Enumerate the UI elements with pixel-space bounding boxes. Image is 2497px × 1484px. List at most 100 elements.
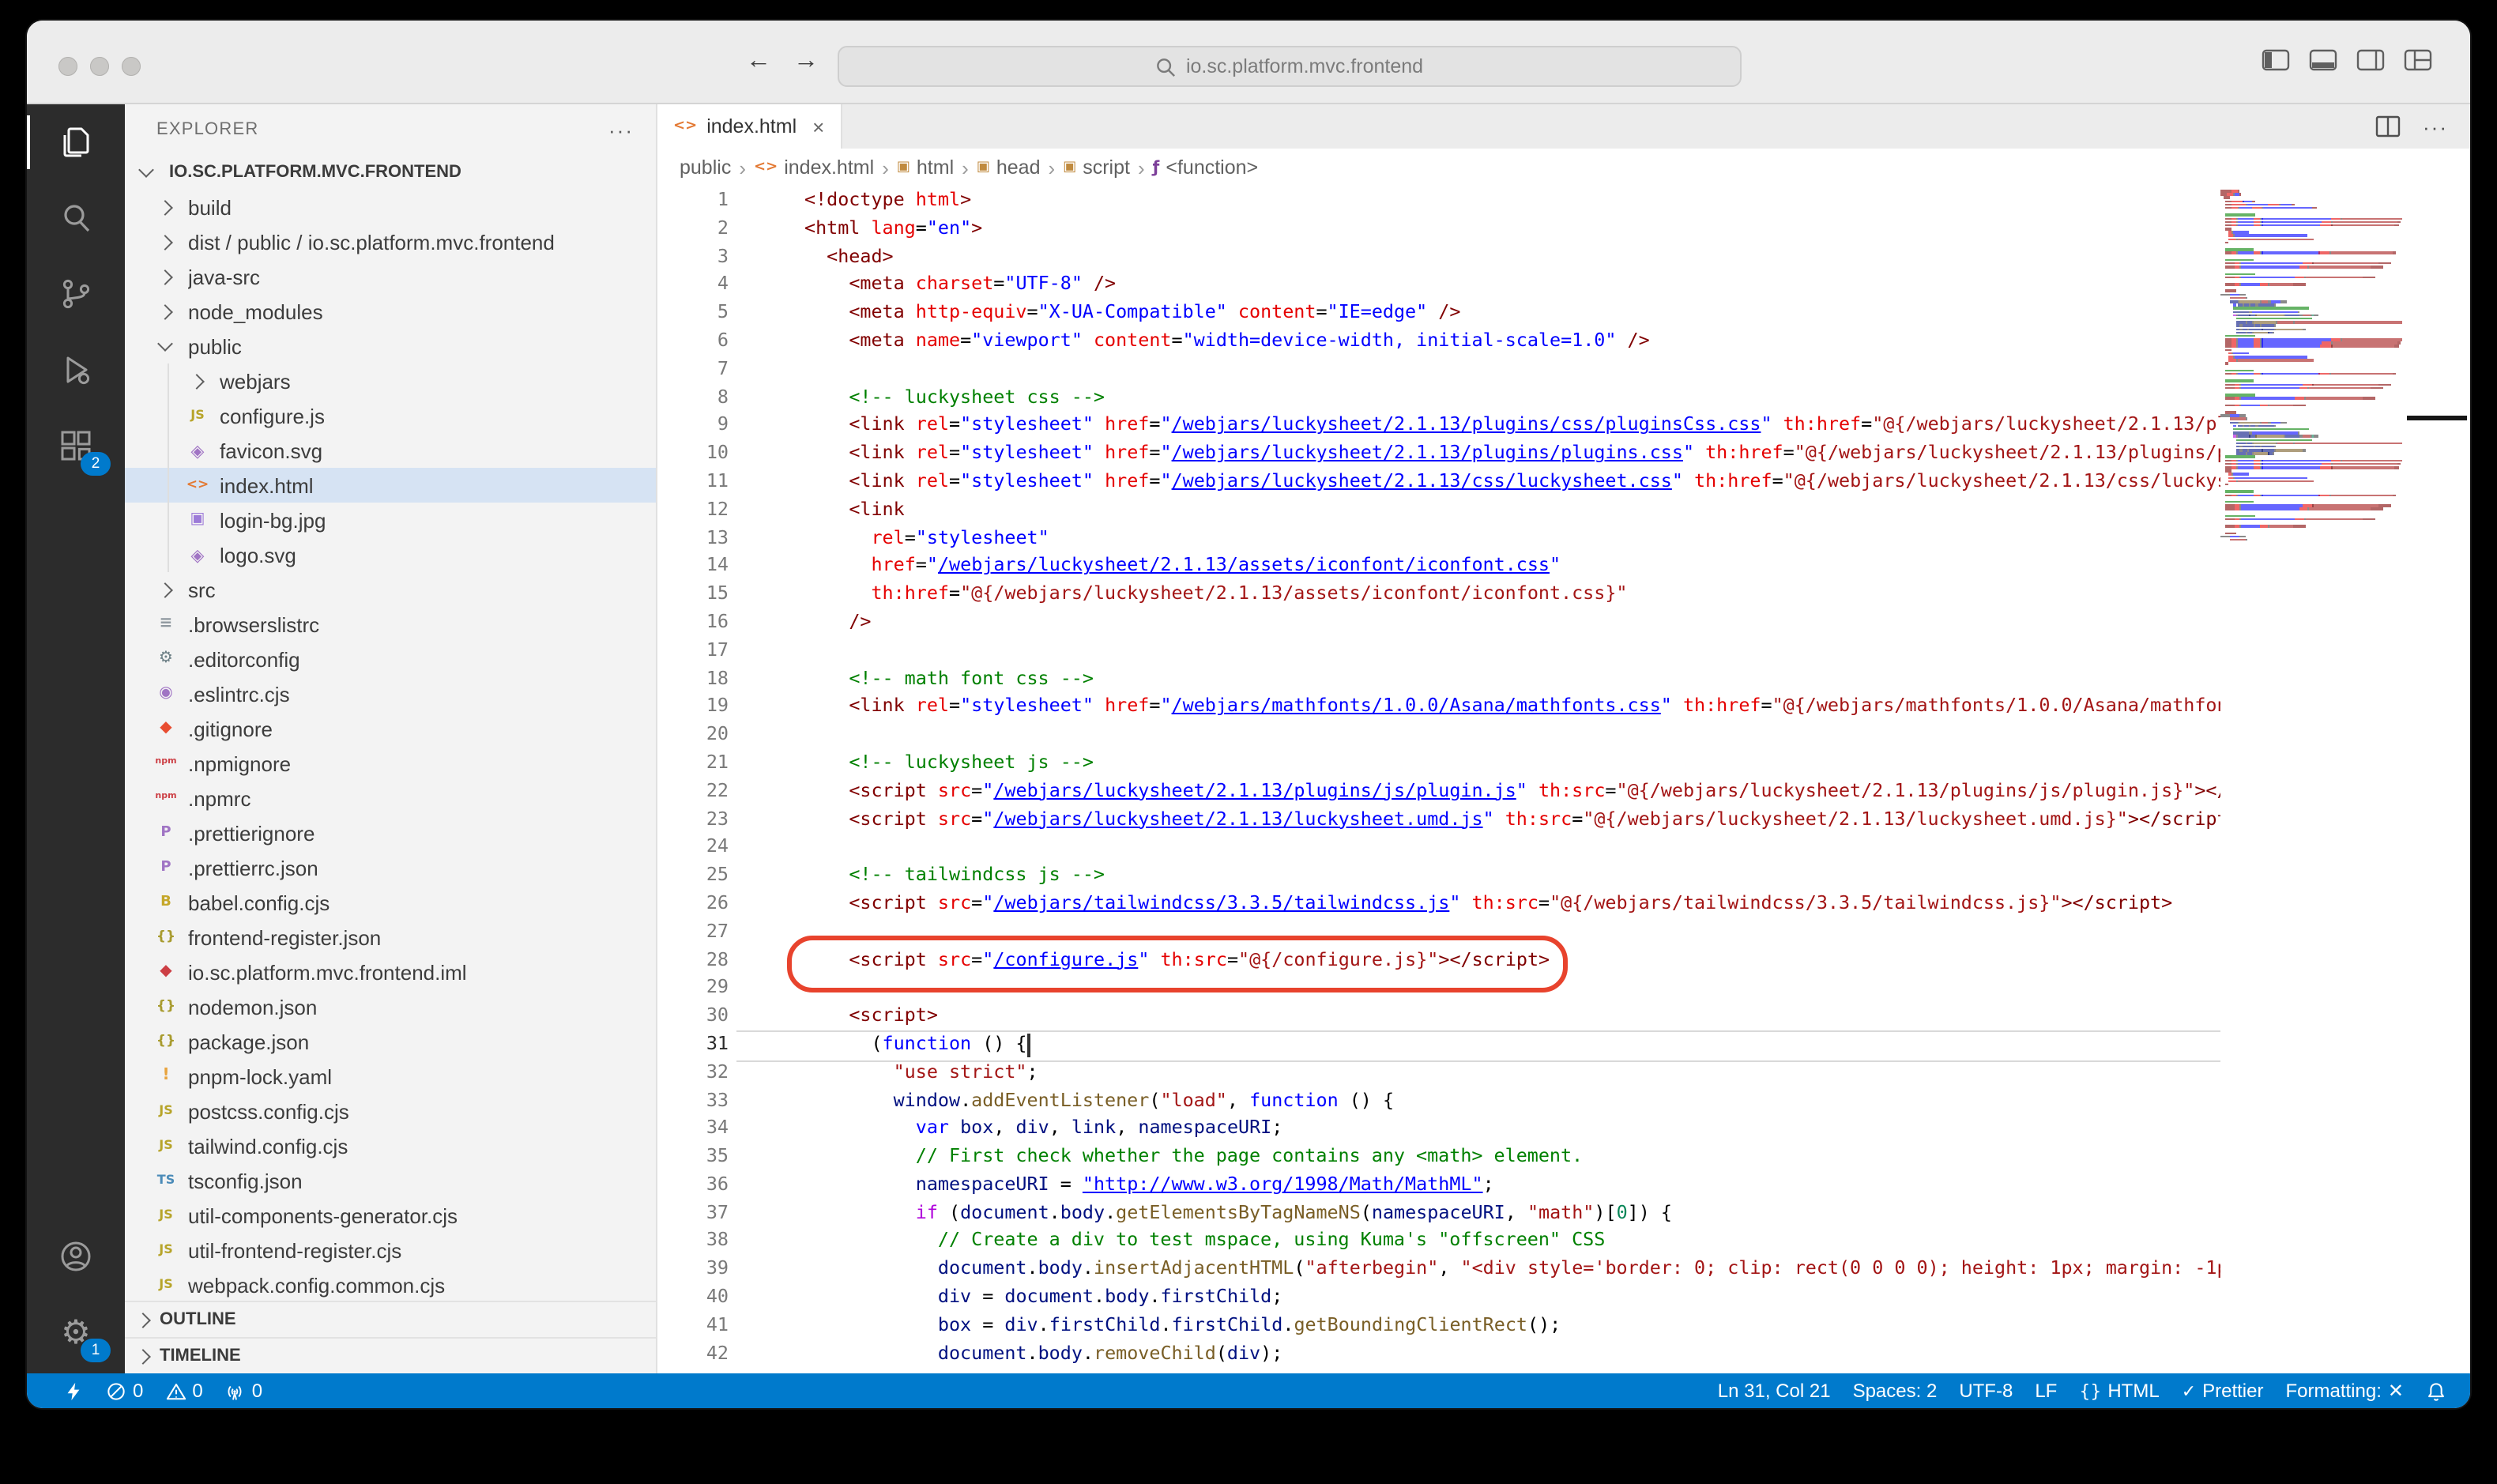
status-html[interactable]: {}HTML [2068, 1373, 2170, 1408]
tree-item-package-json[interactable]: {}package.json [125, 1024, 656, 1059]
tree-item-npmignore[interactable]: npm.npmignore [125, 746, 656, 781]
status-bell-icon[interactable] [2415, 1373, 2457, 1408]
line-number[interactable]: 16 [657, 608, 729, 637]
code-line-37[interactable]: 37 if (document.body.getElementsByTagNam… [657, 1199, 2220, 1227]
status-0[interactable]: 0 [154, 1373, 213, 1408]
overview-ruler[interactable] [2402, 186, 2470, 1373]
code-line-32[interactable]: 32 "use strict"; [657, 1058, 2220, 1087]
line-number[interactable]: 12 [657, 496, 729, 525]
code-line-19[interactable]: 19 <link rel="stylesheet" href="/webjars… [657, 693, 2220, 721]
line-number[interactable]: 42 [657, 1339, 729, 1368]
tree-item-tailwind-config-cjs[interactable]: JStailwind.config.cjs [125, 1128, 656, 1163]
line-number[interactable]: 23 [657, 805, 729, 834]
code-line-15[interactable]: 15 th:href="@{/webjars/luckysheet/2.1.13… [657, 580, 2220, 608]
zoom-window-button[interactable] [122, 57, 141, 76]
toggle-sidebar-icon[interactable] [2262, 49, 2290, 71]
line-number[interactable]: 31 [657, 1030, 729, 1059]
line-number[interactable]: 39 [657, 1256, 729, 1284]
tree-item-eslintrc-cjs[interactable]: ◉.eslintrc.cjs [125, 676, 656, 711]
tree-item-tsconfig-json[interactable]: TStsconfig.json [125, 1163, 656, 1198]
tree-item-util-frontend-register-cjs[interactable]: JSutil-frontend-register.cjs [125, 1233, 656, 1267]
code-line-39[interactable]: 39 document.body.insertAdjacentHTML("aft… [657, 1256, 2220, 1284]
status-prettier[interactable]: ✓Prettier [2171, 1373, 2275, 1408]
more-actions-icon[interactable]: ··· [2423, 115, 2448, 138]
code-line-6[interactable]: 6 <meta name="viewport" content="width=d… [657, 327, 2220, 356]
close-window-button[interactable] [58, 57, 77, 76]
activity-settings[interactable]: ⚙ 1 [27, 1294, 125, 1370]
line-number[interactable]: 28 [657, 946, 729, 974]
line-number[interactable]: 34 [657, 1115, 729, 1143]
tree-item-frontend-register-json[interactable]: {}frontend-register.json [125, 920, 656, 955]
line-number[interactable]: 24 [657, 834, 729, 862]
line-number[interactable]: 6 [657, 327, 729, 356]
code-line-7[interactable]: 7 [657, 356, 2220, 384]
line-number[interactable]: 40 [657, 1283, 729, 1312]
tree-item-build[interactable]: build [125, 190, 656, 224]
activity-run-debug[interactable] [27, 332, 125, 408]
code-line-1[interactable]: 1<!doctype html> [657, 186, 2220, 215]
code-line-24[interactable]: 24 [657, 834, 2220, 862]
tree-item-webjars[interactable]: webjars [125, 363, 656, 398]
minimap[interactable] [2220, 190, 2402, 542]
close-tab-icon[interactable]: × [812, 115, 824, 138]
customize-layout-icon[interactable] [2404, 49, 2432, 71]
code-line-8[interactable]: 8 <!-- luckysheet css --> [657, 383, 2220, 412]
sidebar-section-outline[interactable]: OUTLINE [125, 1301, 656, 1337]
code-line-38[interactable]: 38 // Create a div to test mspace, using… [657, 1227, 2220, 1256]
toggle-panel-icon[interactable] [2309, 49, 2337, 71]
line-number[interactable]: 15 [657, 580, 729, 608]
line-number[interactable]: 41 [657, 1312, 729, 1340]
line-number[interactable]: 21 [657, 749, 729, 778]
code-editor[interactable]: 1<!doctype html>2<html lang="en">3 <head… [657, 186, 2470, 1373]
line-number[interactable]: 38 [657, 1227, 729, 1256]
code-line-18[interactable]: 18 <!-- math font css --> [657, 665, 2220, 693]
code-line-3[interactable]: 3 <head> [657, 243, 2220, 271]
code-line-30[interactable]: 30 <script> [657, 1002, 2220, 1030]
line-number[interactable]: 19 [657, 693, 729, 721]
code-line-35[interactable]: 35 // First check whether the page conta… [657, 1143, 2220, 1171]
line-number[interactable]: 1 [657, 186, 729, 215]
line-number[interactable]: 11 [657, 468, 729, 496]
command-center[interactable]: io.sc.platform.mvc.frontend [838, 46, 1742, 87]
tree-item-prettierrc-json[interactable]: P.prettierrc.json [125, 850, 656, 885]
toggle-secondary-sidebar-icon[interactable] [2356, 49, 2385, 71]
line-number[interactable]: 7 [657, 356, 729, 384]
sidebar-section-timeline[interactable]: TIMELINE [125, 1337, 656, 1373]
code-line-14[interactable]: 14 href="/webjars/luckysheet/2.1.13/asse… [657, 552, 2220, 581]
line-number[interactable]: 29 [657, 974, 729, 1003]
tree-item-prettierignore[interactable]: P.prettierignore [125, 815, 656, 850]
tree-item-java-src[interactable]: java-src [125, 259, 656, 294]
tree-item-public[interactable]: public [125, 329, 656, 363]
code-line-34[interactable]: 34 var box, div, link, namespaceURI; [657, 1115, 2220, 1143]
code-line-21[interactable]: 21 <!-- luckysheet js --> [657, 749, 2220, 778]
forward-icon[interactable]: → [793, 47, 819, 76]
status-0[interactable]: 0 [95, 1373, 154, 1408]
activity-explorer[interactable] [27, 104, 125, 180]
views-more-actions-icon[interactable]: ··· [608, 118, 634, 141]
line-number[interactable]: 26 [657, 890, 729, 918]
breadcrumb-head[interactable]: ▣head [977, 156, 1041, 179]
line-number[interactable]: 8 [657, 383, 729, 412]
tree-item-util-components-generator-cjs[interactable]: JSutil-components-generator.cjs [125, 1198, 656, 1233]
tree-item-browserslistrc[interactable]: ≡.browserslistrc [125, 607, 656, 642]
line-number[interactable]: 35 [657, 1143, 729, 1171]
code-line-16[interactable]: 16 /> [657, 608, 2220, 637]
line-number[interactable]: 30 [657, 1002, 729, 1030]
line-number[interactable]: 4 [657, 271, 729, 299]
status-spaces-2[interactable]: Spaces: 2 [1842, 1373, 1949, 1408]
code-line-36[interactable]: 36 namespaceURI = "http://www.w3.org/199… [657, 1171, 2220, 1200]
code-line-4[interactable]: 4 <meta charset="UTF-8" /> [657, 271, 2220, 299]
status-lf[interactable]: LF [2024, 1373, 2068, 1408]
tree-item-login-bg-jpg[interactable]: ▣login-bg.jpg [125, 503, 656, 537]
code-line-23[interactable]: 23 <script src="/webjars/luckysheet/2.1.… [657, 805, 2220, 834]
tree-item-configure-js[interactable]: JSconfigure.js [125, 398, 656, 433]
breadcrumb-script[interactable]: ▣script [1063, 156, 1130, 179]
line-number[interactable]: 10 [657, 439, 729, 468]
code-line-22[interactable]: 22 <script src="/webjars/luckysheet/2.1.… [657, 777, 2220, 805]
tree-item-logo-svg[interactable]: ◈logo.svg [125, 537, 656, 572]
line-number[interactable]: 27 [657, 917, 729, 946]
code-line-20[interactable]: 20 [657, 721, 2220, 749]
tree-root[interactable]: IO.SC.PLATFORM.MVC.FRONTEND [125, 155, 656, 190]
code-line-9[interactable]: 9 <link rel="stylesheet" href="/webjars/… [657, 412, 2220, 440]
line-number[interactable]: 2 [657, 215, 729, 243]
